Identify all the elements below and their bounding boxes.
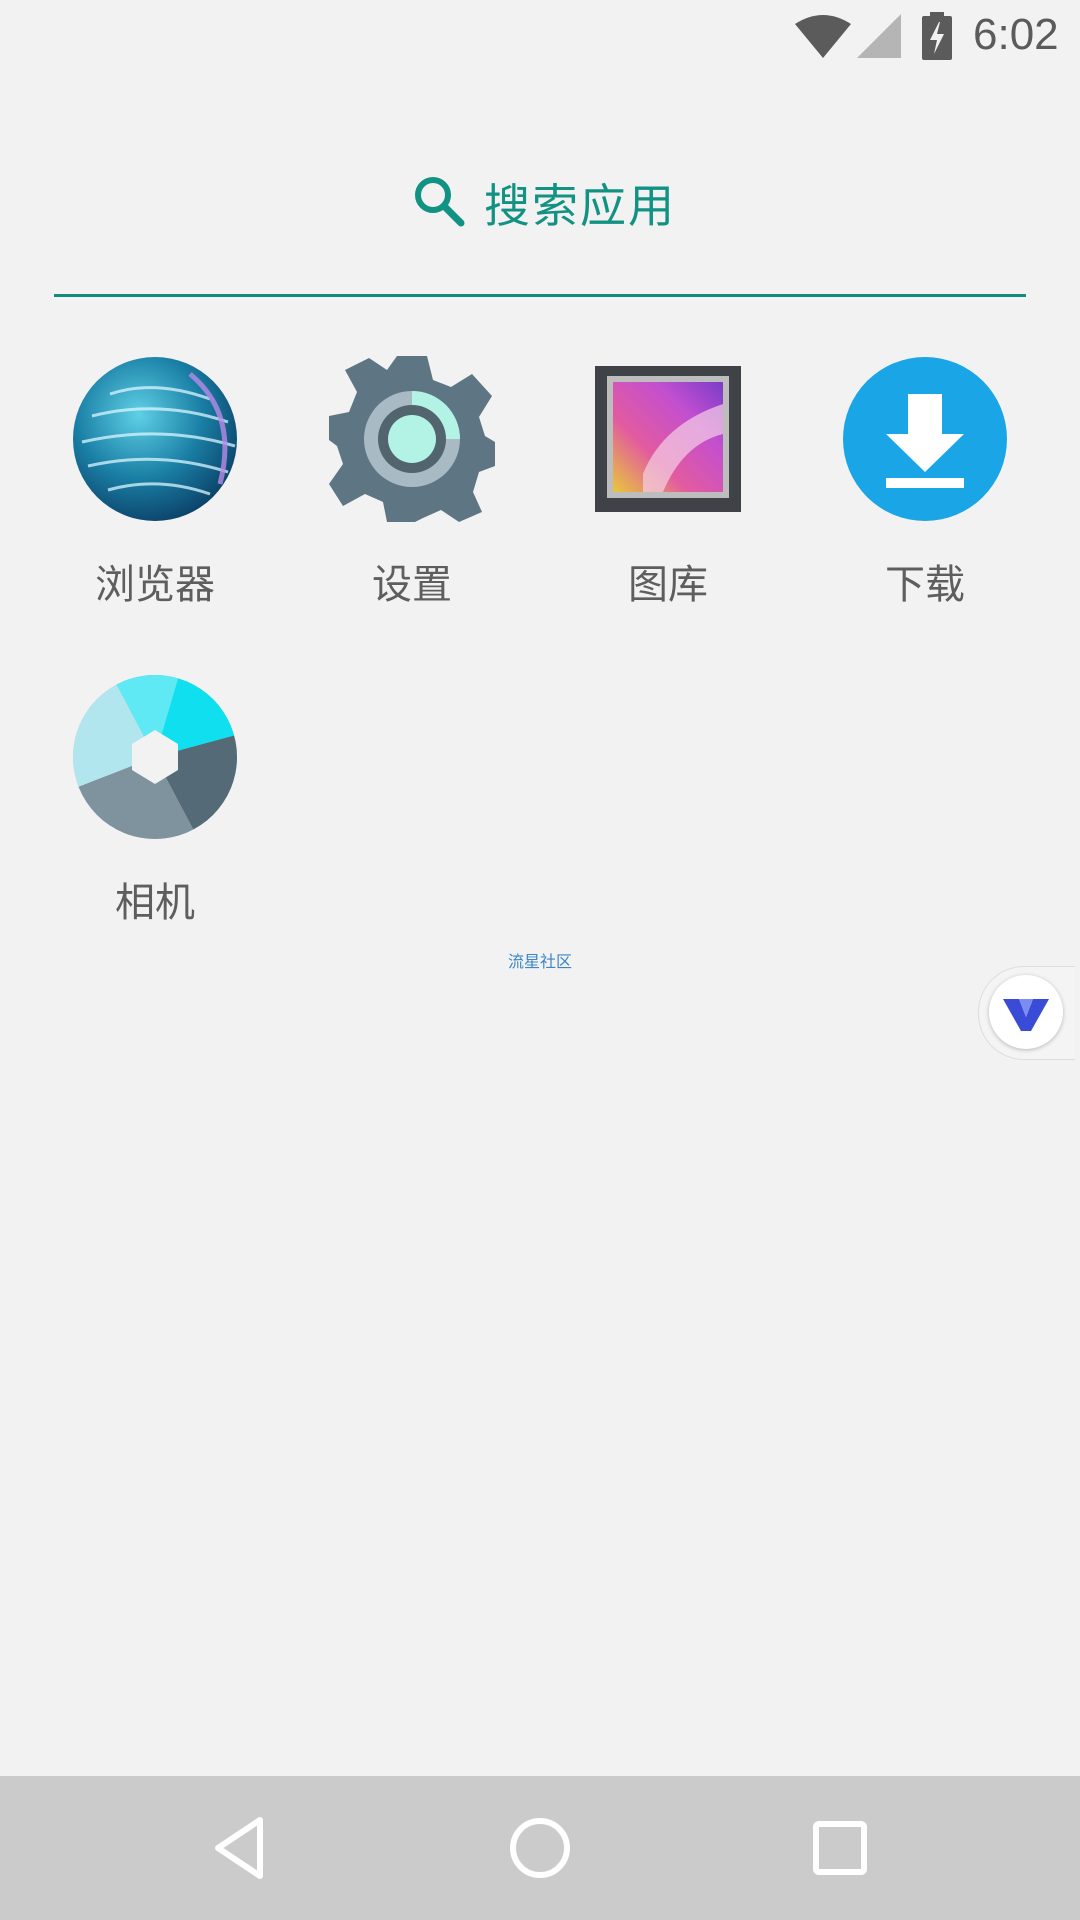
- app-camera[interactable]: 相机: [27, 672, 283, 962]
- app-label: 相机: [115, 880, 195, 926]
- home-icon[interactable]: [498, 1806, 582, 1890]
- camera-aperture-icon: [73, 675, 237, 839]
- app-downloads[interactable]: 下载: [797, 354, 1053, 644]
- app-label: 设置: [372, 562, 452, 608]
- settings-gear-icon: [329, 356, 495, 522]
- status-time: 6:02: [973, 10, 1059, 59]
- battery-charging-icon: [922, 12, 952, 60]
- back-icon[interactable]: [198, 1806, 282, 1890]
- search-icon: [415, 177, 465, 227]
- app-label: 图库: [628, 562, 708, 608]
- app-settings[interactable]: 设置: [284, 354, 540, 644]
- navigation-bar: [0, 1776, 1080, 1920]
- recents-icon[interactable]: [798, 1806, 882, 1890]
- cell-signal-icon: [857, 14, 901, 58]
- wifi-icon: [795, 15, 851, 58]
- floating-badge-circle: [989, 975, 1063, 1049]
- browser-globe-icon: [73, 357, 237, 521]
- watermark-text: 流星社区: [507, 952, 572, 971]
- app-label: 浏览器: [95, 562, 215, 608]
- app-browser[interactable]: 浏览器: [27, 354, 283, 644]
- search-apps-bar[interactable]: 搜索应用: [54, 160, 1026, 297]
- app-gallery[interactable]: 图库: [540, 354, 796, 644]
- status-bar: 6:02: [0, 0, 1080, 75]
- search-placeholder: 搜索应用: [484, 179, 676, 233]
- app-drawer-screen: 6:02 搜索应用 浏览器 设置 图库 下载 相机 流星社区: [0, 0, 1080, 1920]
- v-logo-icon: [1003, 999, 1049, 1031]
- app-label: 下载: [885, 562, 965, 608]
- floating-v-button[interactable]: [978, 966, 1075, 1060]
- download-icon: [843, 357, 1007, 521]
- gallery-icon: [595, 366, 741, 512]
